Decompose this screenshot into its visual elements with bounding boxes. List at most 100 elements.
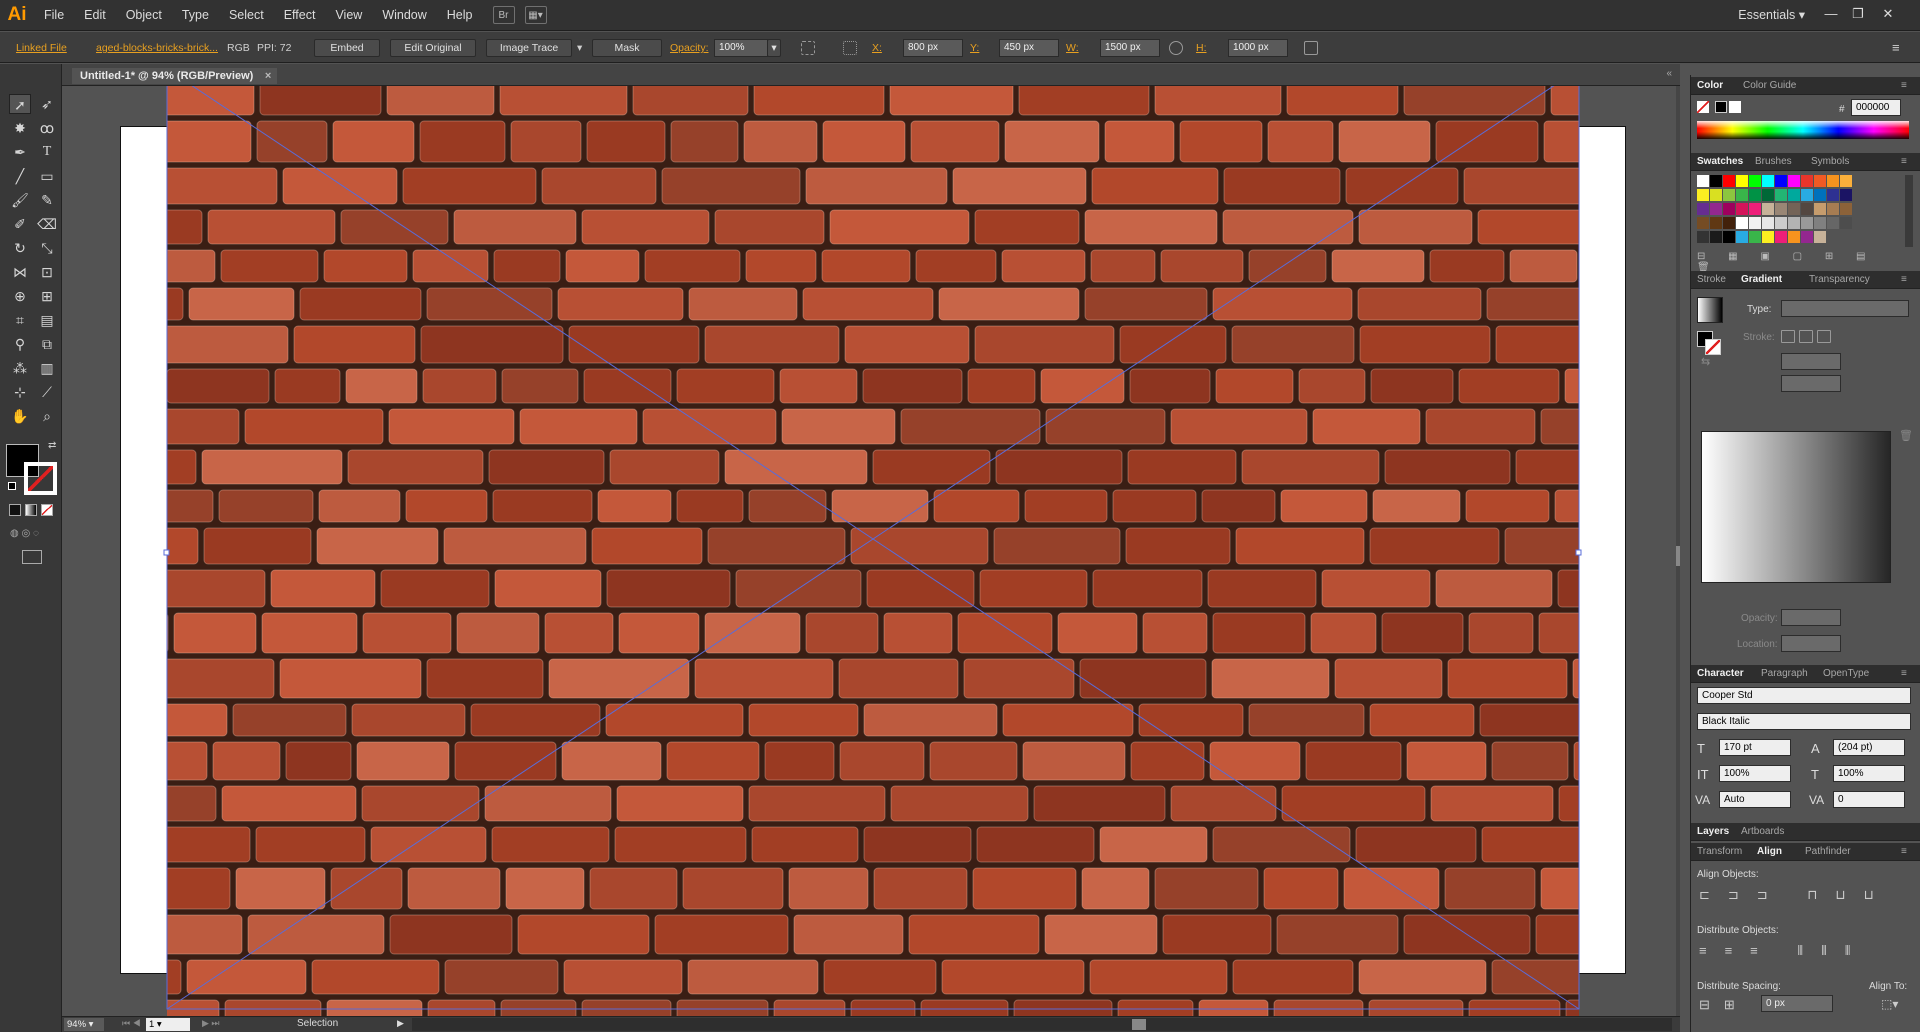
- tab-transparency[interactable]: Transparency: [1809, 274, 1870, 285]
- free-transform-tool-icon[interactable]: ⊡: [36, 262, 58, 282]
- close-icon[interactable]: ✕: [1875, 4, 1901, 24]
- horizontal-scrollbar[interactable]: [412, 1018, 1672, 1031]
- leading-field[interactable]: (204 pt): [1833, 739, 1905, 756]
- font-size-field[interactable]: 170 pt: [1719, 739, 1791, 756]
- swatch[interactable]: [1775, 175, 1787, 187]
- horizontal-scroll-thumb[interactable]: [1132, 1019, 1146, 1030]
- pen-tool-icon[interactable]: ✒: [9, 142, 31, 162]
- gradient-location-field[interactable]: [1781, 635, 1841, 652]
- tab-brushes[interactable]: Brushes: [1755, 156, 1792, 167]
- swatch[interactable]: [1814, 231, 1826, 243]
- embed-button[interactable]: Embed: [314, 39, 380, 57]
- swatch[interactable]: [1840, 203, 1852, 215]
- swatch[interactable]: [1736, 203, 1748, 215]
- rotate-tool-icon[interactable]: ↻: [9, 238, 31, 258]
- hex-field[interactable]: 000000: [1851, 99, 1901, 116]
- perspective-grid-tool-icon[interactable]: ⊞: [36, 286, 58, 306]
- swatch[interactable]: [1827, 203, 1839, 215]
- swatch-grid[interactable]: [1697, 175, 1901, 247]
- selection-tool-icon[interactable]: ➚: [9, 94, 31, 114]
- swatch[interactable]: [1814, 217, 1826, 229]
- swatch[interactable]: [1710, 203, 1722, 215]
- hand-tool-icon[interactable]: ✋: [9, 406, 31, 426]
- swatch[interactable]: [1762, 217, 1774, 229]
- color-mode-icon[interactable]: [9, 504, 21, 516]
- type-tool-icon[interactable]: T: [36, 142, 58, 162]
- none-color-icon[interactable]: [1697, 101, 1709, 113]
- gradient-mode-icon[interactable]: [25, 504, 37, 516]
- mesh-tool-icon[interactable]: ⌗: [9, 310, 31, 330]
- y-field[interactable]: 450 px: [999, 39, 1059, 57]
- mask-button[interactable]: Mask: [592, 39, 662, 57]
- slice-tool-icon[interactable]: ⟋: [36, 382, 58, 402]
- close-document-icon[interactable]: ×: [265, 68, 271, 84]
- tab-stroke[interactable]: Stroke: [1697, 274, 1726, 285]
- swatch[interactable]: [1710, 217, 1722, 229]
- vertical-scrollbar[interactable]: [1676, 86, 1680, 1016]
- swatch[interactable]: [1723, 189, 1735, 201]
- tab-color-guide[interactable]: Color Guide: [1743, 80, 1796, 91]
- direct-selection-tool-icon[interactable]: ➶: [36, 94, 58, 114]
- swatch[interactable]: [1788, 189, 1800, 201]
- vertical-scroll-thumb[interactable]: [1676, 546, 1680, 566]
- swatch[interactable]: [1710, 175, 1722, 187]
- line-tool-icon[interactable]: ╱: [9, 166, 31, 186]
- swatch[interactable]: [1827, 175, 1839, 187]
- crop-image-icon[interactable]: [1304, 41, 1318, 55]
- swatch[interactable]: [1736, 217, 1748, 229]
- swatch[interactable]: [1723, 203, 1735, 215]
- swatch[interactable]: [1697, 231, 1709, 243]
- swatch[interactable]: [1814, 189, 1826, 201]
- stroke-along-icon[interactable]: [1799, 330, 1813, 343]
- stroke-across-icon[interactable]: [1817, 330, 1831, 343]
- menu-window[interactable]: Window: [372, 0, 436, 31]
- restore-icon[interactable]: ❐: [1845, 4, 1871, 24]
- image-trace-dropdown-icon[interactable]: ▾: [577, 42, 582, 54]
- swatch[interactable]: [1762, 203, 1774, 215]
- gradient-slider-preview[interactable]: [1701, 431, 1891, 583]
- swatch[interactable]: [1840, 217, 1852, 229]
- reference-point-icon[interactable]: [801, 41, 815, 55]
- swatch[interactable]: [1840, 189, 1852, 201]
- font-family-field[interactable]: Cooper Std: [1697, 687, 1911, 704]
- last-artboard-icon[interactable]: ▶ ⏭: [202, 1018, 220, 1029]
- distribute-objects-icons[interactable]: ≡≡≡ ⦀⦀⦀: [1699, 943, 1909, 959]
- gradient-aspect-field[interactable]: [1781, 375, 1841, 392]
- width-tool-icon[interactable]: ⋈: [9, 262, 31, 282]
- swatch[interactable]: [1749, 203, 1761, 215]
- pencil-tool-icon[interactable]: ✎: [36, 190, 58, 210]
- document-tab[interactable]: Untitled-1* @ 94% (RGB/Preview) ×: [72, 68, 278, 84]
- swatch[interactable]: [1814, 203, 1826, 215]
- bridge-icon[interactable]: Br: [492, 6, 515, 24]
- canvas[interactable]: [62, 86, 1676, 1016]
- swatch[interactable]: [1710, 231, 1722, 243]
- swatch[interactable]: [1788, 203, 1800, 215]
- font-style-field[interactable]: Black Italic: [1697, 713, 1911, 730]
- symbol-sprayer-tool-icon[interactable]: ⁂: [9, 358, 31, 378]
- transform-grid-icon[interactable]: [843, 41, 857, 55]
- y-label[interactable]: Y:: [970, 42, 979, 54]
- drawing-modes-icon[interactable]: ◍ ◎ ◌: [10, 528, 50, 540]
- black-color-icon[interactable]: [1715, 101, 1727, 113]
- gradient-preview[interactable]: [1697, 297, 1723, 323]
- tab-swatches[interactable]: Swatches: [1697, 156, 1743, 167]
- gradient-stroke-icon[interactable]: [1705, 339, 1721, 355]
- swatch[interactable]: [1710, 189, 1722, 201]
- x-field[interactable]: 800 px: [903, 39, 963, 57]
- swatches-footer-icons[interactable]: ⊟ ▦ ▣ ▢ ⊞ ▤ 🗑: [1697, 251, 1907, 273]
- swatch[interactable]: [1775, 189, 1787, 201]
- swatch[interactable]: [1749, 189, 1761, 201]
- swatch[interactable]: [1801, 175, 1813, 187]
- swatches-scrollbar[interactable]: [1905, 175, 1913, 247]
- screen-mode-icon[interactable]: [22, 550, 42, 564]
- swatch[interactable]: [1801, 217, 1813, 229]
- swatch[interactable]: [1801, 231, 1813, 243]
- align-panel-menu-icon[interactable]: ≡: [1901, 846, 1907, 857]
- first-artboard-icon[interactable]: ⏮ ◀: [122, 1018, 141, 1029]
- swatch[interactable]: [1827, 217, 1839, 229]
- panel-menu-icon[interactable]: ≡: [1892, 40, 1900, 55]
- lasso-tool-icon[interactable]: ꝏ: [36, 118, 58, 138]
- none-mode-icon[interactable]: [41, 504, 53, 516]
- swatch[interactable]: [1697, 189, 1709, 201]
- gradient-panel-menu-icon[interactable]: ≡: [1901, 274, 1907, 285]
